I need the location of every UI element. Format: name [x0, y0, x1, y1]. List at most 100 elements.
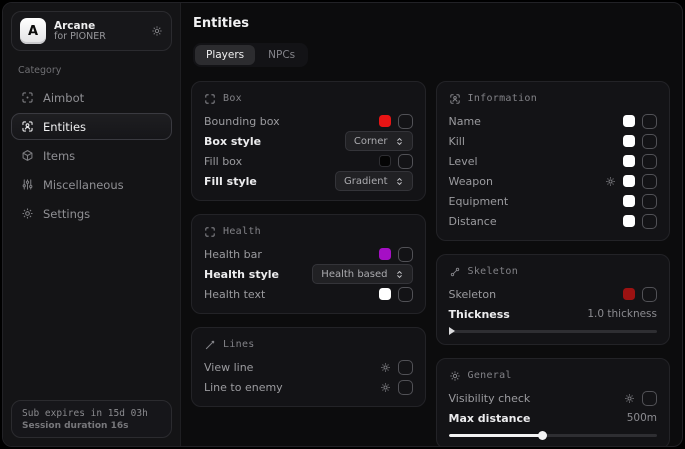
checkbox[interactable] [398, 380, 413, 395]
entity-type-tabs: Players NPCs [193, 43, 308, 67]
tab-npcs[interactable]: NPCs [257, 45, 306, 65]
setting-label: Fill box [204, 155, 242, 168]
setting-label: Bounding box [204, 115, 280, 128]
person-scan-icon [21, 120, 34, 133]
corner-brackets-icon [204, 93, 216, 105]
max-distance-slider[interactable] [449, 431, 658, 439]
diagonal-line-icon [204, 339, 216, 351]
unfold-icon [395, 177, 404, 186]
color-swatch[interactable] [379, 115, 391, 127]
color-swatch[interactable] [623, 115, 635, 127]
card-title: Lines [223, 339, 255, 350]
health-style-dropdown[interactable]: Health based [312, 264, 412, 284]
gear-icon[interactable] [605, 176, 616, 187]
checkbox[interactable] [398, 247, 413, 262]
setting-label: Fill style [204, 175, 257, 188]
main-content: Entities Players NPCs Box [181, 3, 682, 446]
general-card-header: General [449, 367, 658, 384]
box-card: Box Bounding box Box style Corner [191, 81, 426, 201]
lines-card: Lines View line [191, 327, 426, 407]
slider-thumb[interactable] [538, 431, 547, 440]
slider-fill [449, 434, 543, 437]
brand-subtitle: for PIONER [54, 32, 143, 43]
tab-players[interactable]: Players [195, 45, 255, 65]
skeleton-row: Skeleton [449, 284, 658, 304]
sidebar-item-items[interactable]: Items [11, 142, 172, 169]
sidebar-item-label: Aimbot [43, 91, 84, 105]
right-column: Information Name Kill [436, 81, 671, 447]
gear-icon[interactable] [151, 25, 163, 37]
weapon-row: Weapon [449, 171, 658, 191]
color-swatch[interactable] [379, 155, 391, 167]
slider-value: 1.0 thickness [587, 308, 657, 320]
color-swatch[interactable] [623, 288, 635, 300]
gear-icon [449, 370, 461, 382]
checkbox[interactable] [642, 154, 657, 169]
box-style-dropdown[interactable]: Corner [345, 131, 413, 151]
sidebar-item-label: Items [43, 149, 75, 163]
checkbox[interactable] [642, 287, 657, 302]
checkbox[interactable] [398, 114, 413, 129]
setting-label: Health bar [204, 248, 262, 261]
dropdown-value: Corner [354, 136, 388, 147]
color-swatch[interactable] [379, 288, 391, 300]
bone-icon [449, 266, 461, 278]
crosshair-icon [21, 91, 34, 104]
checkbox[interactable] [398, 154, 413, 169]
health-card: Health Health bar Health style Health ba… [191, 214, 426, 314]
checkbox[interactable] [642, 214, 657, 229]
fill-style-dropdown[interactable]: Gradient [335, 171, 413, 191]
setting-label: Weapon [449, 175, 493, 188]
fill-box-row: Fill box [204, 151, 413, 171]
gear-icon[interactable] [380, 362, 391, 373]
gear-icon[interactable] [380, 382, 391, 393]
color-swatch[interactable] [623, 215, 635, 227]
sidebar-item-label: Entities [43, 120, 86, 134]
color-swatch[interactable] [623, 155, 635, 167]
sidebar-item-aimbot[interactable]: Aimbot [11, 84, 172, 111]
color-swatch[interactable] [379, 248, 391, 260]
dropdown-value: Health based [321, 269, 387, 280]
setting-label: Name [449, 115, 481, 128]
slider-track [449, 434, 658, 437]
checkbox[interactable] [642, 194, 657, 209]
equipment-row: Equipment [449, 191, 658, 211]
color-swatch[interactable] [623, 195, 635, 207]
settings-columns: Box Bounding box Box style Corner [191, 81, 670, 447]
lines-card-header: Lines [204, 336, 413, 353]
health-style-row: Health style Health based [204, 264, 413, 284]
brand-card: A Arcane for PIONER [11, 11, 172, 51]
checkbox[interactable] [642, 391, 657, 406]
setting-label: View line [204, 361, 253, 374]
category-nav: Aimbot Entities [11, 84, 172, 227]
name-row: Name [449, 111, 658, 131]
card-title: Box [223, 93, 242, 104]
app-logo: A [20, 18, 46, 44]
sliders-icon [21, 178, 34, 191]
thickness-row: Thickness 1.0 thickness [449, 304, 658, 324]
color-swatch[interactable] [623, 135, 635, 147]
setting-label: Kill [449, 135, 465, 148]
checkbox[interactable] [398, 360, 413, 375]
information-card: Information Name Kill [436, 81, 671, 241]
max-distance-row: Max distance 500m [449, 408, 658, 428]
setting-label: Health text [204, 288, 265, 301]
bounding-box-row: Bounding box [204, 111, 413, 131]
sidebar-item-miscellaneous[interactable]: Miscellaneous [11, 171, 172, 198]
sidebar-item-settings[interactable]: Settings [11, 200, 172, 227]
checkbox[interactable] [642, 174, 657, 189]
setting-label: Equipment [449, 195, 509, 208]
gear-icon [21, 207, 34, 220]
slider-thumb[interactable] [449, 327, 455, 335]
card-title: General [468, 370, 512, 381]
checkbox[interactable] [642, 114, 657, 129]
thickness-slider[interactable] [449, 327, 658, 335]
setting-label: Box style [204, 135, 261, 148]
corner-brackets-icon [204, 226, 216, 238]
color-swatch[interactable] [623, 175, 635, 187]
sidebar-item-entities[interactable]: Entities [11, 113, 172, 140]
gear-icon[interactable] [624, 393, 635, 404]
cube-icon [21, 149, 34, 162]
checkbox[interactable] [642, 134, 657, 149]
checkbox[interactable] [398, 287, 413, 302]
